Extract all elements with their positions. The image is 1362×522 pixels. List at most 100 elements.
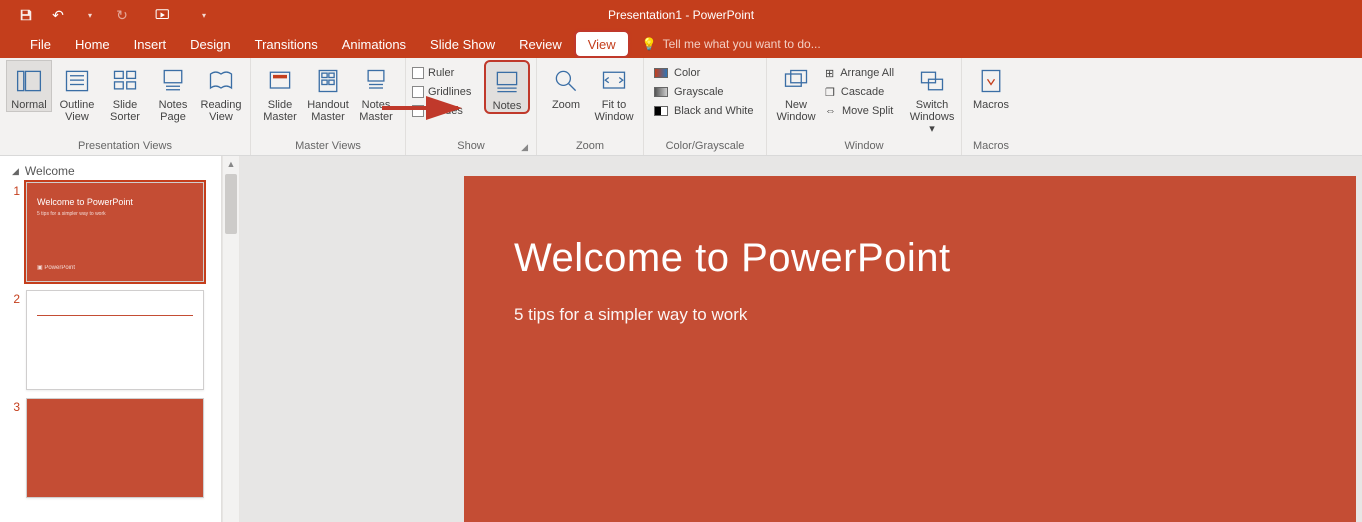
tab-review[interactable]: Review xyxy=(507,30,574,58)
reading-view-icon xyxy=(205,65,237,97)
section-header[interactable]: ◢ Welcome xyxy=(8,158,213,182)
scroll-up-icon[interactable]: ▲ xyxy=(223,156,239,172)
tab-view[interactable]: View xyxy=(574,30,630,58)
outline-view-icon xyxy=(61,65,93,97)
tab-transitions[interactable]: Transitions xyxy=(243,30,330,58)
zoom-button[interactable]: Zoom xyxy=(543,60,589,112)
group-label-show: Show ◢ xyxy=(412,138,530,155)
scrollbar-thumb[interactable] xyxy=(225,174,237,234)
ruler-label: Ruler xyxy=(428,67,454,79)
arrange-all-button[interactable]: ⊞Arrange All xyxy=(821,64,907,82)
switch-windows-icon xyxy=(916,65,948,97)
tab-insert[interactable]: Insert xyxy=(122,30,179,58)
handout-master-button[interactable]: Handout Master xyxy=(305,60,351,124)
arrange-all-icon: ⊞ xyxy=(825,67,834,80)
checkbox-icon xyxy=(412,67,424,79)
slide-master-icon xyxy=(264,65,296,97)
section-collapse-icon: ◢ xyxy=(12,166,19,177)
tab-slideshow[interactable]: Slide Show xyxy=(418,30,507,58)
slide-subtitle[interactable]: 5 tips for a simpler way to work xyxy=(514,305,1306,325)
save-icon[interactable] xyxy=(14,3,38,27)
tell-me-search[interactable]: 💡 Tell me what you want to do... xyxy=(630,30,821,58)
fit-to-window-button[interactable]: Fit to Window xyxy=(591,60,637,124)
slide-sorter-button[interactable]: Slide Sorter xyxy=(102,60,148,124)
slide-thumbnail-2[interactable] xyxy=(26,290,204,390)
qat-dropdown-icon[interactable]: ▾ xyxy=(78,3,102,27)
group-color-grayscale: Color Grayscale Black and White Color/Gr… xyxy=(644,58,767,155)
tab-animations[interactable]: Animations xyxy=(330,30,418,58)
handout-master-icon xyxy=(312,65,344,97)
bw-label: Black and White xyxy=(674,105,753,117)
cascade-button[interactable]: ❐Cascade xyxy=(821,83,907,101)
tab-home[interactable]: Home xyxy=(63,30,122,58)
slide-master-button[interactable]: Slide Master xyxy=(257,60,303,124)
new-window-button[interactable]: New Window xyxy=(773,60,819,124)
slide-thumbnail-panel: ◢ Welcome 1 Welcome to PowerPoint 5 tips… xyxy=(0,156,222,522)
notes-page-button[interactable]: Notes Page xyxy=(150,60,196,124)
switch-windows-button[interactable]: Switch Windows ▾ xyxy=(909,60,955,136)
slide-sorter-label: Slide Sorter xyxy=(103,99,147,123)
thumbnail-scrollbar[interactable]: ▲ xyxy=(222,156,240,522)
move-split-label: Move Split xyxy=(842,105,893,117)
color-label: Color xyxy=(674,67,700,79)
group-label-zoom: Zoom xyxy=(543,138,637,155)
notes-button[interactable]: Notes xyxy=(484,60,530,114)
undo-icon[interactable]: ↶ xyxy=(46,3,70,27)
ribbon: Normal Outline View Slide Sorter Notes P… xyxy=(0,58,1362,156)
lightbulb-icon: 💡 xyxy=(642,37,657,51)
tab-file[interactable]: File xyxy=(18,30,63,58)
group-show: Ruler Gridlines Guides Notes Show ◢ xyxy=(406,58,537,155)
guides-checkbox[interactable]: Guides xyxy=(412,102,482,120)
macros-icon xyxy=(975,65,1007,97)
thumb-divider xyxy=(37,315,193,316)
outline-view-button[interactable]: Outline View xyxy=(54,60,100,124)
macros-button[interactable]: Macros xyxy=(968,60,1014,112)
new-window-icon xyxy=(780,65,812,97)
slide-editor[interactable]: Welcome to PowerPoint 5 tips for a simpl… xyxy=(240,156,1362,522)
slide-thumbnail-1[interactable]: Welcome to PowerPoint 5 tips for a simpl… xyxy=(26,182,204,282)
tab-design[interactable]: Design xyxy=(178,30,242,58)
group-window: New Window ⊞Arrange All ❐Cascade ⇔Move S… xyxy=(767,58,962,155)
bw-swatch-icon xyxy=(654,106,668,116)
ribbon-tabs: File Home Insert Design Transitions Anim… xyxy=(0,30,1362,58)
color-swatch-icon xyxy=(654,68,668,78)
group-label-macros: Macros xyxy=(968,138,1014,155)
black-white-button[interactable]: Black and White xyxy=(650,102,760,120)
dialog-launcher-icon[interactable]: ◢ xyxy=(521,142,528,153)
slide-number: 3 xyxy=(8,398,20,498)
normal-view-label: Normal xyxy=(11,99,46,111)
group-presentation-views: Normal Outline View Slide Sorter Notes P… xyxy=(0,58,251,155)
fit-to-window-icon xyxy=(598,65,630,97)
guides-label: Guides xyxy=(428,105,463,117)
redo-icon[interactable]: ↻ xyxy=(110,3,134,27)
checkbox-icon xyxy=(412,105,424,117)
new-window-label: New Window xyxy=(774,99,818,123)
group-label-master-views: Master Views xyxy=(257,138,399,155)
slide-thumbnail-3[interactable] xyxy=(26,398,204,498)
checkbox-icon xyxy=(412,86,424,98)
reading-view-button[interactable]: Reading View xyxy=(198,60,244,124)
ruler-checkbox[interactable]: Ruler xyxy=(412,64,482,82)
notes-master-label: Notes Master xyxy=(354,99,398,123)
window-title: Presentation1 - PowerPoint xyxy=(608,8,754,22)
switch-windows-label: Switch Windows ▾ xyxy=(910,99,955,135)
customize-qat-icon[interactable]: ▾ xyxy=(192,3,216,27)
color-button[interactable]: Color xyxy=(650,64,760,82)
slide-master-label: Slide Master xyxy=(258,99,302,123)
current-slide[interactable]: Welcome to PowerPoint 5 tips for a simpl… xyxy=(464,176,1356,522)
normal-view-button[interactable]: Normal xyxy=(6,60,52,112)
move-split-button[interactable]: ⇔Move Split xyxy=(821,102,907,120)
group-label-color: Color/Grayscale xyxy=(650,138,760,155)
slide-title[interactable]: Welcome to PowerPoint xyxy=(514,236,1306,281)
tell-me-placeholder: Tell me what you want to do... xyxy=(663,37,821,51)
grayscale-button[interactable]: Grayscale xyxy=(650,83,760,101)
fit-to-window-label: Fit to Window xyxy=(592,99,636,123)
slide-number: 1 xyxy=(8,182,20,282)
title-bar: ↶ ▾ ↻ ▾ Presentation1 - PowerPoint xyxy=(0,0,1362,30)
notes-master-button[interactable]: Notes Master xyxy=(353,60,399,124)
start-from-beginning-icon[interactable] xyxy=(152,3,176,27)
group-label-window: Window xyxy=(773,138,955,155)
grayscale-swatch-icon xyxy=(654,87,668,97)
gridlines-checkbox[interactable]: Gridlines xyxy=(412,83,482,101)
zoom-label: Zoom xyxy=(552,99,580,111)
